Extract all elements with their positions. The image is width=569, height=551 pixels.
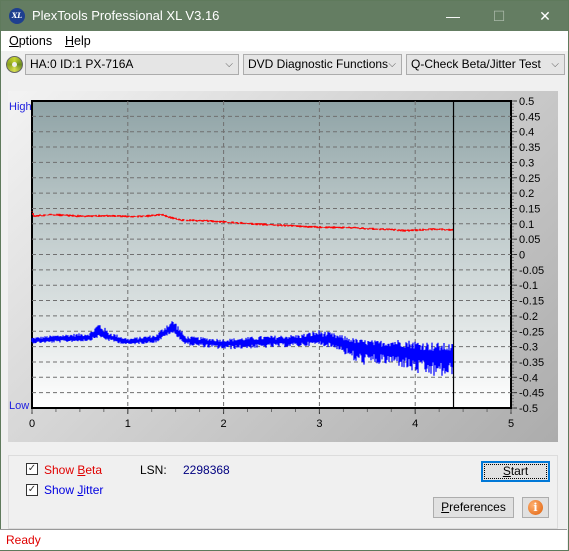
y-tick-label: 0.25 bbox=[519, 173, 540, 185]
y-tick-label: 0 bbox=[519, 250, 525, 262]
start-label: tart bbox=[510, 464, 529, 478]
y-tick-label: -0.15 bbox=[519, 296, 544, 308]
y-tick-label: 0.3 bbox=[519, 157, 534, 169]
y-tick-label: -0.4 bbox=[519, 372, 538, 384]
y-tick-label: -0.1 bbox=[519, 280, 538, 292]
jitter-series-line bbox=[31, 321, 454, 376]
preferences-mnemonic: P bbox=[441, 500, 450, 514]
x-tick-label: 5 bbox=[508, 418, 514, 430]
x-tick-label: 3 bbox=[316, 418, 322, 430]
y-tick-label: -0.05 bbox=[519, 265, 544, 277]
y-tick-label: -0.3 bbox=[519, 342, 538, 354]
lsn-label: LSN: bbox=[140, 463, 167, 477]
show-beta-label[interactable]: Show Beta bbox=[44, 463, 102, 477]
info-button[interactable]: i bbox=[522, 497, 549, 518]
y-tick-label: -0.25 bbox=[519, 326, 544, 338]
y-tick-label: 0.1 bbox=[519, 219, 534, 231]
y-tick-label: 0.15 bbox=[519, 203, 540, 215]
show-jitter-label[interactable]: Show Jitter bbox=[44, 483, 103, 497]
show-jitter-checkbox[interactable]: ✓ bbox=[26, 484, 38, 496]
x-tick-label: 1 bbox=[125, 418, 131, 430]
x-tick-label: 2 bbox=[221, 418, 227, 430]
show-jitter-text: Show bbox=[44, 483, 78, 497]
status-text: Ready bbox=[6, 533, 41, 547]
y-tick-label: 0.4 bbox=[519, 127, 534, 139]
start-mnemonic: S bbox=[502, 464, 511, 478]
show-beta-checkbox[interactable]: ✓ bbox=[26, 463, 38, 475]
show-beta-text: Show bbox=[44, 463, 78, 477]
x-tick-label: 4 bbox=[412, 418, 418, 430]
y-tick-label: 0.5 bbox=[519, 96, 534, 108]
show-beta-text-rest: eta bbox=[85, 463, 103, 477]
y-tick-label: 0.05 bbox=[519, 234, 540, 246]
y-tick-label: -0.35 bbox=[519, 357, 544, 369]
y-tick-label: 0.45 bbox=[519, 111, 540, 123]
status-bar: Ready bbox=[0, 529, 567, 550]
x-tick-label: 0 bbox=[29, 418, 35, 430]
show-jitter-text-rest: itter bbox=[83, 483, 104, 497]
preferences-label: references bbox=[449, 500, 506, 514]
y-tick-label: 0.35 bbox=[519, 142, 540, 154]
info-icon: i bbox=[528, 500, 543, 515]
beta-series-line bbox=[31, 211, 454, 232]
start-button[interactable]: Start bbox=[481, 461, 550, 482]
preferences-button[interactable]: Preferences bbox=[433, 497, 514, 518]
y-tick-label: -0.45 bbox=[519, 388, 544, 400]
y-tick-label: -0.2 bbox=[519, 311, 538, 323]
y-tick-label: 0.2 bbox=[519, 188, 534, 200]
lsn-value: 2298368 bbox=[183, 463, 230, 477]
y-tick-label: -0.5 bbox=[519, 403, 538, 415]
